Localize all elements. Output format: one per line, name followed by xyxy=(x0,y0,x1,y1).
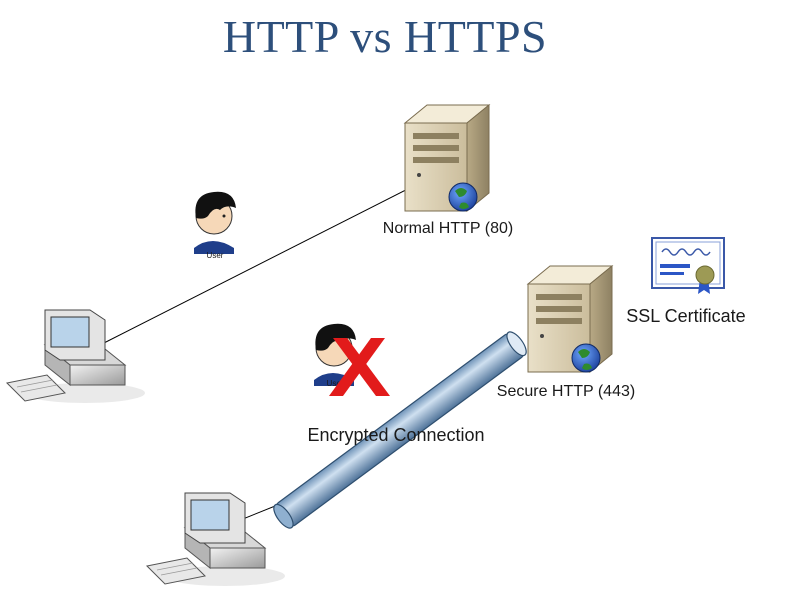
normal-http-server xyxy=(403,103,491,213)
globe-icon xyxy=(571,343,601,373)
client-computer-top xyxy=(5,309,145,403)
secure-server-label: Secure HTTP (443) xyxy=(497,383,635,400)
secure-http-server xyxy=(526,264,614,374)
client-computer-bottom xyxy=(145,492,285,586)
encrypted-connection-label: Encrypted Connection xyxy=(307,425,484,445)
http-connection-line xyxy=(99,164,456,346)
normal-server-label: Normal HTTP (80) xyxy=(383,220,513,237)
network-diagram: User User Normal HTTP (80) Secure HTTP (… xyxy=(5,103,746,586)
user-avatar-top: User xyxy=(194,191,236,260)
ssl-certificate-icon xyxy=(651,237,725,294)
user-label: User xyxy=(207,251,224,260)
globe-icon xyxy=(448,182,478,212)
ssl-certificate-label: SSL Certificate xyxy=(626,306,745,326)
